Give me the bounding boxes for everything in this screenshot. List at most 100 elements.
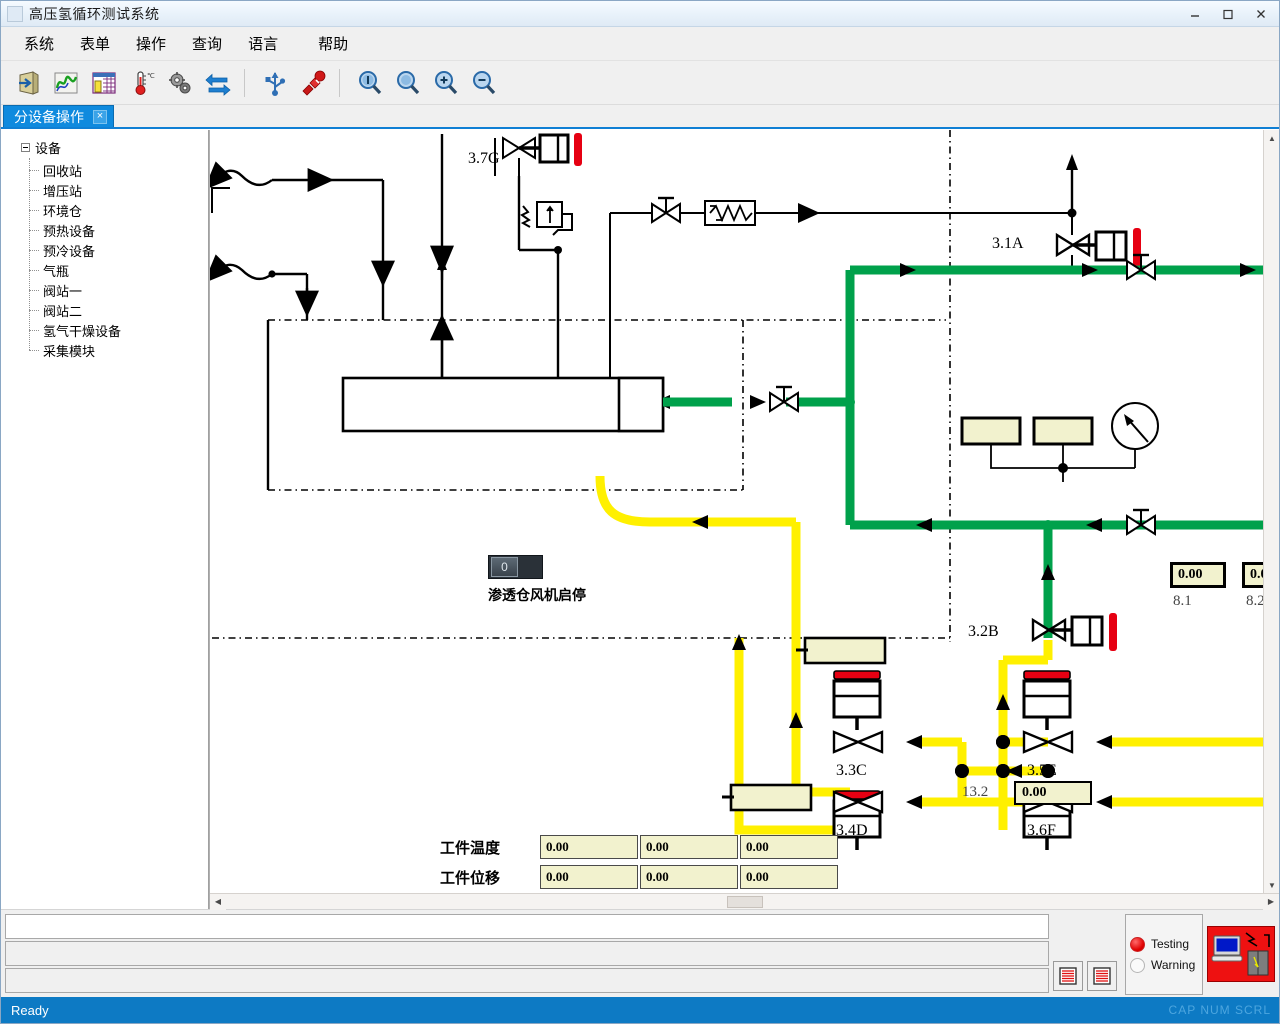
sidebar-item-hydrogen-drying[interactable]: 氢气干燥设备	[29, 320, 208, 340]
yellow-pipe-chamber-out	[595, 475, 801, 650]
toolbar-button-zoom-in[interactable]	[429, 66, 463, 100]
permeation-fan-switch[interactable]: 0	[488, 555, 543, 579]
sidebar-item-recovery-station[interactable]: 回收站	[29, 160, 208, 180]
status-bar: Ready CAP NUM SCRL	[1, 997, 1279, 1023]
valve-label-3-3C: 3.3C	[836, 762, 867, 779]
report-icon	[1059, 967, 1077, 985]
status-warning: Warning	[1130, 955, 1198, 976]
system-station-button[interactable]	[1207, 926, 1275, 982]
sensor-label-13-2: 13.2	[962, 784, 989, 800]
close-button[interactable]	[1244, 3, 1277, 24]
gate-valve-green-left	[769, 385, 799, 413]
sidebar-item-precool-equipment[interactable]: 预冷设备	[29, 240, 208, 260]
maximize-button[interactable]	[1211, 3, 1244, 24]
zoom-out-icon	[473, 70, 496, 94]
relief-valve	[520, 201, 573, 236]
sensor-13-2	[796, 636, 887, 665]
menu-item-help[interactable]: 帮助	[307, 30, 359, 57]
report-button-2[interactable]	[1087, 961, 1117, 991]
tree-children: 回收站 增压站 环境仓 预热设备 预冷设备 气瓶 阀站一 阀站二 氢气干燥设备 …	[29, 158, 208, 360]
table-row: 工件温度 0.00 0.00 0.00	[440, 835, 838, 859]
device-tree-sidebar: 设备 回收站 增压站 环境仓 预热设备 预冷设备 气瓶 阀站一 阀站二 氢气干燥…	[1, 130, 209, 909]
toolbar-button-zoom-actual[interactable]	[353, 66, 387, 100]
valve-label-3-1A: 3.1A	[992, 235, 1024, 252]
status-label: Testing	[1151, 937, 1190, 951]
permeation-fan-switch-knob[interactable]: 0	[491, 557, 518, 577]
toolbar-button-temperature[interactable]: ℃	[125, 66, 159, 100]
sensor-group-8	[960, 402, 1159, 482]
toolbar-button-table[interactable]	[87, 66, 121, 100]
warning-led-icon	[1130, 957, 1145, 973]
tree-item-label: 阀站二	[43, 303, 83, 319]
readout-value: 0.00	[640, 865, 738, 889]
app-icon	[7, 5, 23, 22]
tree-root-label: 设备	[35, 141, 62, 156]
message-row-1	[5, 914, 1049, 939]
toolbar-button-waveform[interactable]	[49, 66, 83, 100]
workpiece-readout-table: 工件温度 0.00 0.00 0.00 工件位移 0.00 0.00 0.00 …	[440, 835, 838, 893]
toolbar-button-usb[interactable]	[258, 66, 292, 100]
status-bar-message: Ready	[11, 1002, 49, 1018]
tab-close-icon[interactable]: ×	[93, 109, 107, 124]
scroll-up-icon[interactable]: ▲	[1264, 130, 1279, 146]
main-body: 设备 回收站 增压站 环境仓 预热设备 预冷设备 气瓶 阀站一 阀站二 氢气干燥…	[1, 129, 1279, 910]
bottom-panel: Testing Warning	[1, 909, 1279, 997]
sensor-value-13-2: 0.00	[1014, 781, 1092, 805]
message-row-2	[5, 941, 1049, 966]
minimize-button[interactable]	[1178, 3, 1211, 24]
table-row: 工件位移 0.00 0.00 0.00	[440, 865, 838, 889]
toolbar-separator-2	[339, 68, 348, 97]
testing-led-icon	[1130, 936, 1145, 952]
sidebar-item-gas-cylinder[interactable]: 气瓶	[29, 260, 208, 280]
toolbar-button-connector[interactable]	[296, 66, 330, 100]
scroll-down-icon[interactable]: ▼	[1264, 877, 1279, 893]
sensor-13-1	[722, 783, 813, 812]
row-label: 工件位移	[440, 869, 501, 887]
menu-item-forms[interactable]: 表单	[69, 30, 121, 57]
gate-valve-green-topright	[1126, 253, 1156, 281]
scroll-right-icon[interactable]: ▶	[1263, 893, 1279, 910]
toolbar: ℃	[1, 61, 1279, 105]
waveform-chart-icon	[54, 72, 78, 93]
toolbar-button-zoom-out[interactable]	[467, 66, 501, 100]
readout-value: 0.00	[740, 865, 838, 889]
permeation-chamber	[341, 320, 732, 433]
sidebar-item-environment-chamber[interactable]: 环境仓	[29, 200, 208, 220]
toolbar-button-exit[interactable]	[11, 66, 45, 100]
sidebar-item-valve-station-2[interactable]: 阀站二	[29, 300, 208, 320]
readout-value: 0.00	[540, 835, 638, 859]
tree-item-label: 阀站一	[43, 283, 83, 299]
toolbar-separator-1	[244, 68, 253, 97]
sidebar-item-booster-station[interactable]: 增压站	[29, 180, 208, 200]
sidebar-item-valve-station-1[interactable]: 阀站一	[29, 280, 208, 300]
toolbar-button-exchange[interactable]	[201, 66, 235, 100]
window-title: 高压氢循环测试系统	[29, 5, 160, 22]
tree-collapse-icon[interactable]	[21, 143, 30, 152]
sensor-label-8-1: 8.1	[1173, 593, 1192, 609]
tab-sub-device-operation[interactable]: 分设备操作 ×	[3, 105, 114, 127]
valve-label-3-5E: 3.5E	[1027, 762, 1057, 779]
valve-label-3-7G: 3.7G	[468, 150, 500, 167]
report-button-group	[1053, 914, 1121, 995]
scroll-thumb-horizontal[interactable]	[726, 895, 763, 908]
menu-item-query[interactable]: 查询	[181, 30, 233, 57]
tree-item-label: 采集模块	[43, 343, 96, 359]
toolbar-button-settings[interactable]	[163, 66, 197, 100]
toolbar-button-zoom-fit[interactable]	[391, 66, 425, 100]
menu-item-operations[interactable]: 操作	[125, 30, 177, 57]
readout-value: 0.00	[540, 865, 638, 889]
sidebar-item-acquisition-module[interactable]: 采集模块	[29, 340, 208, 360]
menu-item-language[interactable]: 语言	[237, 30, 289, 57]
row-label: 工件温度	[440, 839, 501, 857]
status-bar-indicators: CAP NUM SCRL	[1168, 1003, 1271, 1017]
diagram-vertical-scrollbar[interactable]: ▲ ▼	[1263, 130, 1279, 893]
report-button-1[interactable]	[1053, 961, 1083, 991]
sidebar-item-preheat-equipment[interactable]: 预热设备	[29, 220, 208, 240]
tree-item-label: 气瓶	[43, 263, 70, 279]
menu-item-system[interactable]: 系统	[13, 30, 65, 57]
schematic-canvas[interactable]: 3.7G 3.1A 3.2B 3.3C 3.4D 3.5E 3.6F 0.00 …	[210, 130, 1279, 893]
diagram-horizontal-scrollbar[interactable]: ◀ ▶	[210, 893, 1279, 910]
tree-root-devices[interactable]: 设备	[21, 138, 208, 157]
plug-connector-icon	[302, 70, 326, 96]
scroll-left-icon[interactable]: ◀	[210, 893, 226, 910]
